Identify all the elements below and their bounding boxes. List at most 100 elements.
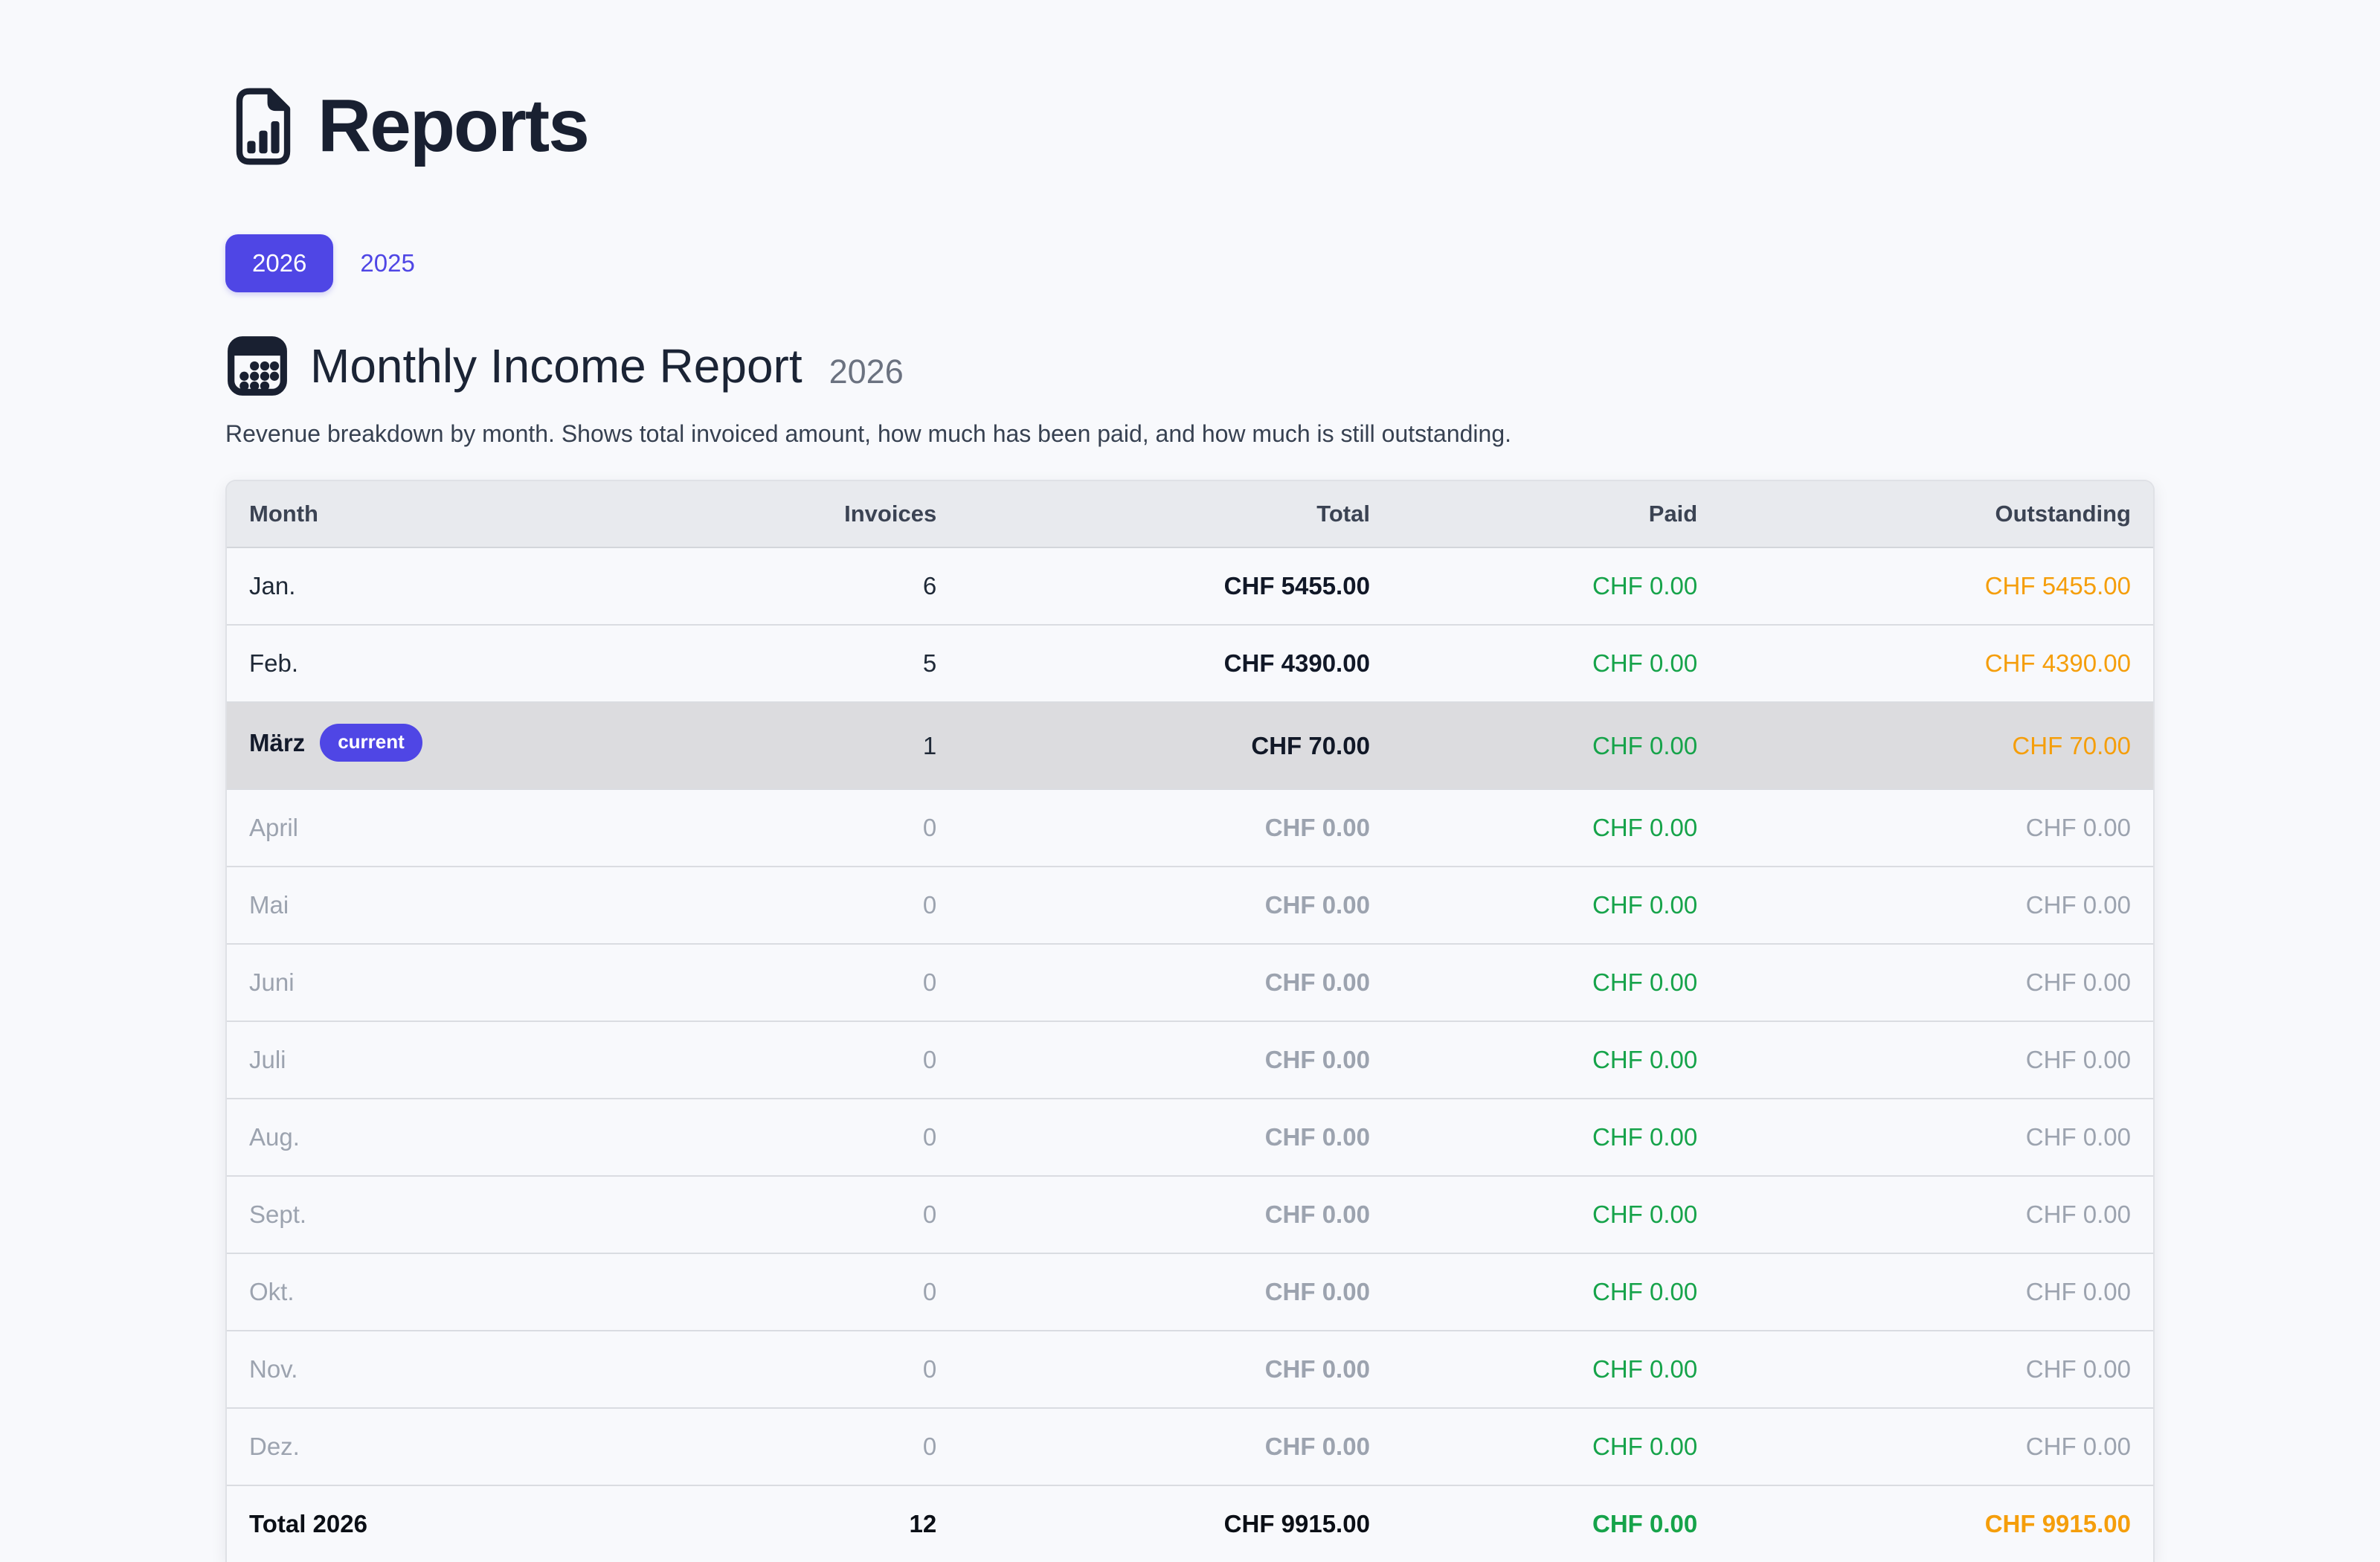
month-cell: März current — [227, 701, 689, 788]
month-label: Sept. — [249, 1201, 306, 1228]
month-cell: Jan. — [227, 548, 689, 624]
invoices-cell: 0 — [689, 1021, 959, 1098]
page-title: Reports — [318, 83, 588, 169]
table-row: Juni0CHF 0.00CHF 0.00CHF 0.00 — [227, 943, 2153, 1021]
paid-cell: CHF 0.00 — [1392, 788, 1720, 866]
month-cell: Okt. — [227, 1253, 689, 1330]
month-label: Juni — [249, 968, 295, 996]
column-header-month: Month — [227, 481, 689, 548]
footer-outstanding-cell: CHF 9915.00 — [1720, 1485, 2153, 1562]
footer-invoices-cell: 12 — [689, 1485, 959, 1562]
column-header-invoices: Invoices — [689, 481, 959, 548]
tab-2026[interactable]: 2026 — [225, 234, 333, 292]
table-row: Dez.0CHF 0.00CHF 0.00CHF 0.00 — [227, 1407, 2153, 1485]
table-header-row: Month Invoices Total Paid Outstanding — [227, 481, 2153, 548]
month-label: Okt. — [249, 1278, 295, 1305]
column-header-outstanding: Outstanding — [1720, 481, 2153, 548]
total-cell: CHF 0.00 — [959, 1175, 1392, 1253]
invoices-cell: 6 — [689, 548, 959, 624]
report-title: Monthly Income Report — [310, 338, 803, 393]
invoices-cell: 0 — [689, 866, 959, 943]
total-cell: CHF 70.00 — [959, 701, 1392, 788]
outstanding-cell: CHF 0.00 — [1720, 1330, 2153, 1407]
table-row: Aug.0CHF 0.00CHF 0.00CHF 0.00 — [227, 1098, 2153, 1175]
outstanding-cell: CHF 5455.00 — [1720, 548, 2153, 624]
month-cell: Aug. — [227, 1098, 689, 1175]
month-label: Dez. — [249, 1433, 300, 1460]
total-cell: CHF 0.00 — [959, 1407, 1392, 1485]
paid-cell: CHF 0.00 — [1392, 701, 1720, 788]
year-tabs: 2026 2025 — [225, 234, 2155, 292]
total-cell: CHF 0.00 — [959, 943, 1392, 1021]
total-cell: CHF 0.00 — [959, 1021, 1392, 1098]
paid-cell: CHF 0.00 — [1392, 866, 1720, 943]
invoices-cell: 0 — [689, 1175, 959, 1253]
current-badge: current — [320, 724, 422, 762]
invoices-cell: 5 — [689, 624, 959, 701]
outstanding-cell: CHF 0.00 — [1720, 866, 2153, 943]
reports-page: Reports 2026 2025 Monthly Income Report … — [225, 0, 2155, 1562]
month-cell: Juni — [227, 943, 689, 1021]
total-cell: CHF 0.00 — [959, 1098, 1392, 1175]
outstanding-cell: CHF 4390.00 — [1720, 624, 2153, 701]
month-cell: Mai — [227, 866, 689, 943]
paid-cell: CHF 0.00 — [1392, 943, 1720, 1021]
paid-cell: CHF 0.00 — [1392, 1330, 1720, 1407]
paid-cell: CHF 0.00 — [1392, 624, 1720, 701]
outstanding-cell: CHF 0.00 — [1720, 1253, 2153, 1330]
invoices-cell: 1 — [689, 701, 959, 788]
outstanding-cell: CHF 0.00 — [1720, 1021, 2153, 1098]
month-label: Juli — [249, 1046, 286, 1073]
month-cell: April — [227, 788, 689, 866]
paid-cell: CHF 0.00 — [1392, 1407, 1720, 1485]
month-cell: Juli — [227, 1021, 689, 1098]
outstanding-cell: CHF 0.00 — [1720, 1407, 2153, 1485]
total-cell: CHF 0.00 — [959, 788, 1392, 866]
tab-2025[interactable]: 2025 — [360, 249, 414, 277]
invoices-cell: 0 — [689, 1098, 959, 1175]
outstanding-cell: CHF 70.00 — [1720, 701, 2153, 788]
invoices-cell: 0 — [689, 1407, 959, 1485]
month-cell: Sept. — [227, 1175, 689, 1253]
outstanding-cell: CHF 0.00 — [1720, 788, 2153, 866]
invoices-cell: 0 — [689, 788, 959, 866]
total-cell: CHF 0.00 — [959, 1253, 1392, 1330]
table-row: Jan.6CHF 5455.00CHF 0.00CHF 5455.00 — [227, 548, 2153, 624]
month-cell: Nov. — [227, 1330, 689, 1407]
monthly-income-table-card: Month Invoices Total Paid Outstanding Ja… — [225, 480, 2155, 1562]
total-cell: CHF 0.00 — [959, 866, 1392, 943]
table-row: Juli0CHF 0.00CHF 0.00CHF 0.00 — [227, 1021, 2153, 1098]
column-header-total: Total — [959, 481, 1392, 548]
paid-cell: CHF 0.00 — [1392, 1175, 1720, 1253]
table-row: Mai0CHF 0.00CHF 0.00CHF 0.00 — [227, 866, 2153, 943]
total-cell: CHF 0.00 — [959, 1330, 1392, 1407]
report-year: 2026 — [829, 353, 904, 391]
paid-cell: CHF 0.00 — [1392, 1253, 1720, 1330]
footer-paid-cell: CHF 0.00 — [1392, 1485, 1720, 1562]
month-label: April — [249, 814, 298, 841]
month-label: Mai — [249, 891, 289, 919]
month-cell: Feb. — [227, 624, 689, 701]
footer-label-cell: Total 2026 — [227, 1485, 689, 1562]
table-row: Feb.5CHF 4390.00CHF 0.00CHF 4390.00 — [227, 624, 2153, 701]
invoices-cell: 0 — [689, 943, 959, 1021]
total-cell: CHF 5455.00 — [959, 548, 1392, 624]
document-bar-chart-icon — [234, 87, 292, 166]
month-label: März — [249, 729, 305, 756]
calendar-icon — [225, 334, 289, 398]
paid-cell: CHF 0.00 — [1392, 1021, 1720, 1098]
month-label: Jan. — [249, 572, 295, 600]
table-body: Jan.6CHF 5455.00CHF 0.00CHF 5455.00Feb.5… — [227, 548, 2153, 1485]
month-cell: Dez. — [227, 1407, 689, 1485]
invoices-cell: 0 — [689, 1330, 959, 1407]
table-row: April0CHF 0.00CHF 0.00CHF 0.00 — [227, 788, 2153, 866]
invoices-cell: 0 — [689, 1253, 959, 1330]
paid-cell: CHF 0.00 — [1392, 548, 1720, 624]
report-heading: Monthly Income Report 2026 — [225, 334, 2155, 398]
table-footer-row: Total 2026 12 CHF 9915.00 CHF 0.00 CHF 9… — [227, 1485, 2153, 1562]
month-label: Aug. — [249, 1123, 300, 1151]
month-label: Nov. — [249, 1355, 298, 1383]
report-description: Revenue breakdown by month. Shows total … — [225, 419, 2155, 449]
monthly-income-table: Month Invoices Total Paid Outstanding Ja… — [227, 481, 2153, 1562]
outstanding-cell: CHF 0.00 — [1720, 1098, 2153, 1175]
